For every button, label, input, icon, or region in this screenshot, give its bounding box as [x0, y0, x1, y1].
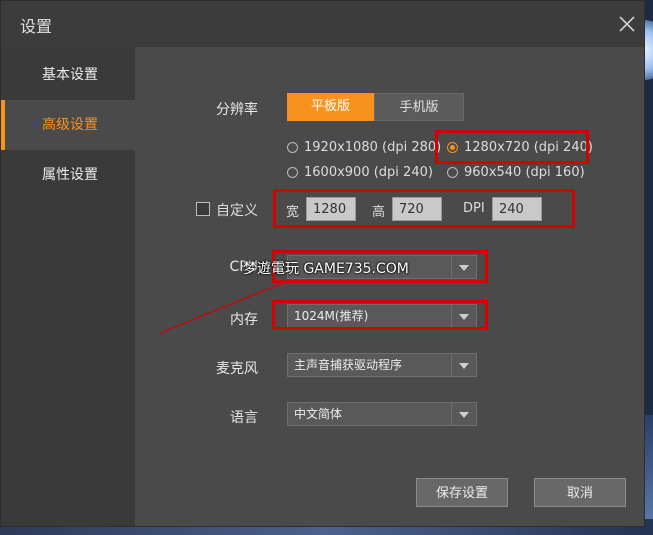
radio-dot	[287, 167, 298, 178]
title-bar: 设置	[1, 1, 644, 47]
language-value: 中文简体	[294, 407, 343, 421]
height-input[interactable]: 720	[392, 197, 442, 221]
mic-select[interactable]: 主声音捕获驱动程序	[287, 353, 477, 377]
custom-label: 自定义	[216, 203, 258, 219]
mic-value: 主声音捕获驱动程序	[294, 358, 403, 372]
language-select[interactable]: 中文简体	[287, 402, 477, 426]
radio-1600x900[interactable]: 1600x900 (dpi 240)	[287, 165, 433, 180]
radio-dot-selected	[447, 142, 458, 153]
width-input[interactable]: 1280	[306, 197, 356, 221]
radio-label: 1600x900 (dpi 240)	[304, 165, 433, 180]
memory-value: 1024M(推荐)	[294, 309, 369, 323]
settings-window: 设置 基本设置 高级设置 属性设置 分辨率 平板版 手机版 1920x1080 …	[0, 0, 645, 527]
close-icon[interactable]	[618, 15, 636, 33]
sidebar-item-basic[interactable]: 基本设置	[1, 50, 135, 100]
chevron-down-icon	[451, 256, 476, 278]
save-button[interactable]: 保存设置	[416, 478, 508, 507]
cancel-button[interactable]: 取消	[534, 478, 626, 507]
radio-960x540[interactable]: 960x540 (dpi 160)	[447, 165, 585, 180]
radio-dot	[287, 142, 298, 153]
radio-label: 1920x1080 (dpi 280)	[304, 140, 442, 155]
height-label: 高	[372, 205, 386, 220]
chevron-down-icon	[451, 403, 476, 425]
cpu-select[interactable]	[287, 255, 477, 279]
window-title: 设置	[20, 17, 53, 36]
language-label: 语言	[230, 410, 258, 426]
chevron-down-icon	[451, 305, 476, 327]
radio-label: 960x540 (dpi 160)	[464, 165, 585, 180]
chevron-down-icon	[451, 354, 476, 376]
tab-phone[interactable]: 手机版	[374, 93, 464, 121]
radio-1280x720[interactable]: 1280x720 (dpi 240)	[447, 140, 593, 155]
mic-label: 麦克风	[216, 361, 258, 377]
sidebar-item-properties[interactable]: 属性设置	[1, 150, 135, 200]
custom-checkbox[interactable]	[196, 202, 210, 216]
annotation-arrow	[160, 281, 286, 334]
width-label: 宽	[286, 205, 300, 220]
dpi-input[interactable]: 240	[492, 197, 542, 221]
dpi-label: DPI	[463, 201, 485, 216]
radio-label: 1280x720 (dpi 240)	[464, 140, 593, 155]
memory-select[interactable]: 1024M(推荐)	[287, 304, 477, 328]
radio-dot	[447, 167, 458, 178]
tab-tablet[interactable]: 平板版	[287, 93, 374, 121]
resolution-label: 分辨率	[216, 102, 258, 118]
radio-1920x1080[interactable]: 1920x1080 (dpi 280)	[287, 140, 441, 155]
sidebar-item-advanced[interactable]: 高级设置	[1, 100, 135, 150]
sidebar: 基本设置 高级设置 属性设置	[1, 47, 135, 526]
